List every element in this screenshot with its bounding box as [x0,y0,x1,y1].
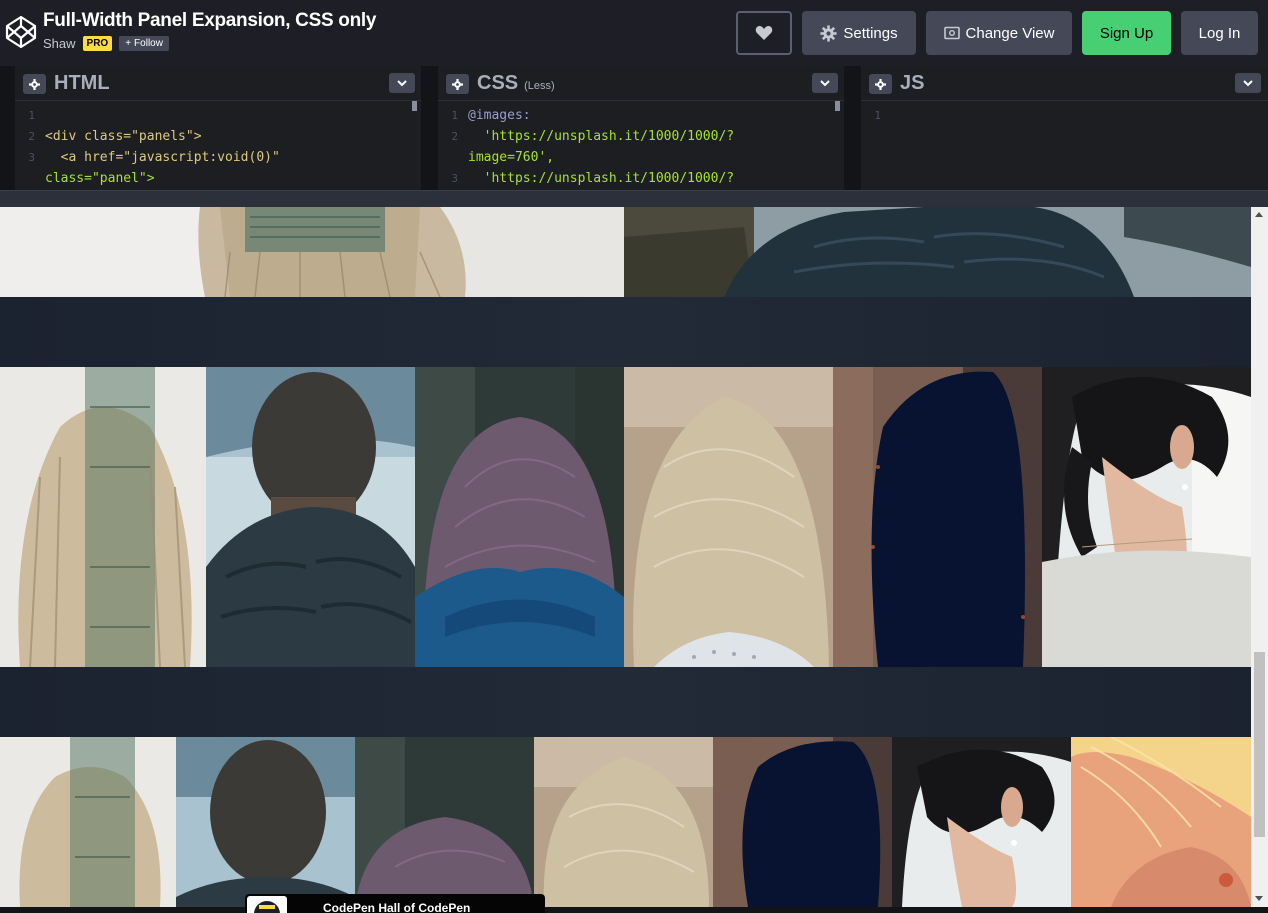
js-pane-menu-button[interactable] [1235,73,1261,93]
code-line: 1 @images: [451,108,531,123]
html-pane-title: HTML [54,72,110,94]
panel-row-2 [0,367,1251,667]
panel-image[interactable] [624,367,833,667]
code-line: 3 <a href="javascript:void(0)" [28,150,280,165]
css-title-text: CSS [477,72,519,94]
follow-label: Follow [134,38,163,49]
editor-resize-handle[interactable] [0,190,1268,207]
css-preprocessor-label: (Less) [524,80,555,92]
change-view-label: Change View [965,24,1055,42]
html-pane-header: HTML [15,66,421,101]
author-name[interactable]: Shaw [43,36,76,51]
panel-spacer [0,667,1251,737]
css-settings-button[interactable] [446,74,469,94]
settings-button[interactable]: Settings [802,11,916,55]
signup-button[interactable]: Sign Up [1082,11,1171,55]
css-pane-title: CSS (Less) [477,72,555,95]
scroll-up-arrow[interactable] [1255,212,1263,217]
code-line: 1 [28,109,35,122]
panel-image[interactable] [624,207,1251,297]
pro-badge: PRO [82,36,113,51]
panel-image[interactable] [176,737,355,907]
preview-scrollbar[interactable] [1251,207,1268,907]
html-pane-menu-button[interactable] [389,73,415,93]
author-byline: Shaw PRO + Follow [43,36,169,51]
js-code[interactable]: 1 [861,105,1268,126]
css-code[interactable]: 1 @images: 2 'https://unsplash.it/1000/10… [438,105,844,189]
code-line: image=760', [468,150,555,165]
panel-row-3 [0,737,1251,907]
panel-image[interactable] [1042,367,1251,667]
top-header: Full-Width Panel Expansion, CSS only Sha… [0,0,1268,66]
css-pane-menu-button[interactable] [812,73,838,93]
chevron-down-icon [1243,79,1253,86]
js-pane-title: JS [900,72,925,94]
chevron-down-icon [820,79,830,86]
gear-icon [875,78,886,90]
css-editor-pane: CSS (Less) 1 @images: 2 'https://unsplash.… [438,66,844,190]
avatar [247,896,287,913]
panel-image[interactable] [355,737,534,907]
change-view-icon [943,26,960,40]
chevron-down-icon [397,79,407,86]
code-line: 2 'https://unsplash.it/1000/1000/? [451,129,735,144]
notification-toast[interactable]: CodePen Hall of CodePen [245,894,545,913]
code-line: 3 'https://unsplash.it/1000/1000/? [451,171,735,186]
change-view-button[interactable]: Change View [926,11,1072,55]
js-pane-header: JS [861,66,1268,101]
pen-title: Full-Width Panel Expansion, CSS only [43,10,377,31]
panel-image[interactable] [0,367,206,667]
panel-image[interactable] [0,207,624,297]
toast-text: CodePen Hall of CodePen [323,901,471,913]
editor-panes: HTML 1 2 <div class="panels"> 3 <a href="… [0,66,1268,190]
panel-spacer [0,297,1251,367]
panel-row-1 [0,207,1251,297]
scrollbar-thumb[interactable] [1254,652,1265,837]
login-label: Log In [1198,24,1241,42]
signup-label: Sign Up [1099,24,1154,42]
panel-image[interactable] [833,367,1042,667]
login-button[interactable]: Log In [1181,11,1258,55]
panel-image[interactable] [206,367,415,667]
panel-image[interactable] [0,737,176,907]
js-editor-pane: JS 1 [861,66,1268,190]
gear-icon [820,24,837,42]
gear-icon [452,78,463,90]
html-code[interactable]: 1 2 <div class="panels"> 3 <a href="javas… [15,105,421,189]
panel-image[interactable] [1071,737,1251,907]
panel-image[interactable] [415,367,624,667]
css-pane-header: CSS (Less) [438,66,844,101]
codepen-logo-icon[interactable] [5,15,37,49]
panel-image[interactable] [713,737,892,907]
panel-image[interactable] [892,737,1071,907]
js-settings-button[interactable] [869,74,892,94]
follow-button[interactable]: + Follow [119,36,169,51]
html-editor-pane: HTML 1 2 <div class="panels"> 3 <a href="… [15,66,421,190]
scroll-down-arrow[interactable] [1255,896,1263,901]
bottom-toolbar [0,907,1268,913]
panel-image[interactable] [534,737,713,907]
preview-frame [0,207,1251,907]
code-line: 1 [874,109,881,122]
plus-icon: + [125,38,132,49]
heart-icon [755,26,773,40]
heart-button[interactable] [736,11,792,55]
gear-icon [29,78,40,90]
html-settings-button[interactable] [23,74,46,94]
settings-label: Settings [843,24,898,42]
code-line: class="panel"> [45,171,155,186]
code-line: 2 <div class="panels"> [28,129,202,144]
